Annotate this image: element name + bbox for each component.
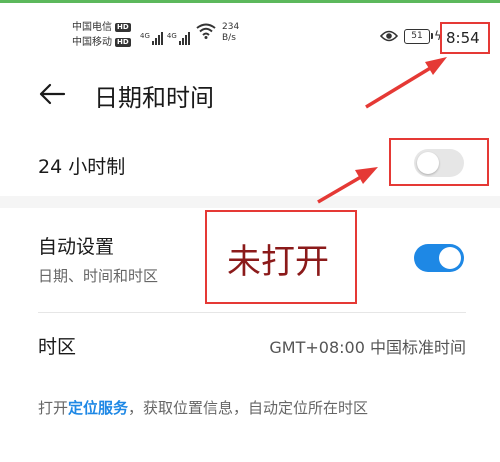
annotation-arrowhead: [355, 167, 378, 184]
annotation-arrowhead: [425, 57, 447, 75]
annotation-arrows: [317, 57, 447, 204]
annotation-arrow: [317, 172, 367, 204]
annotation-arrow: [365, 62, 438, 109]
